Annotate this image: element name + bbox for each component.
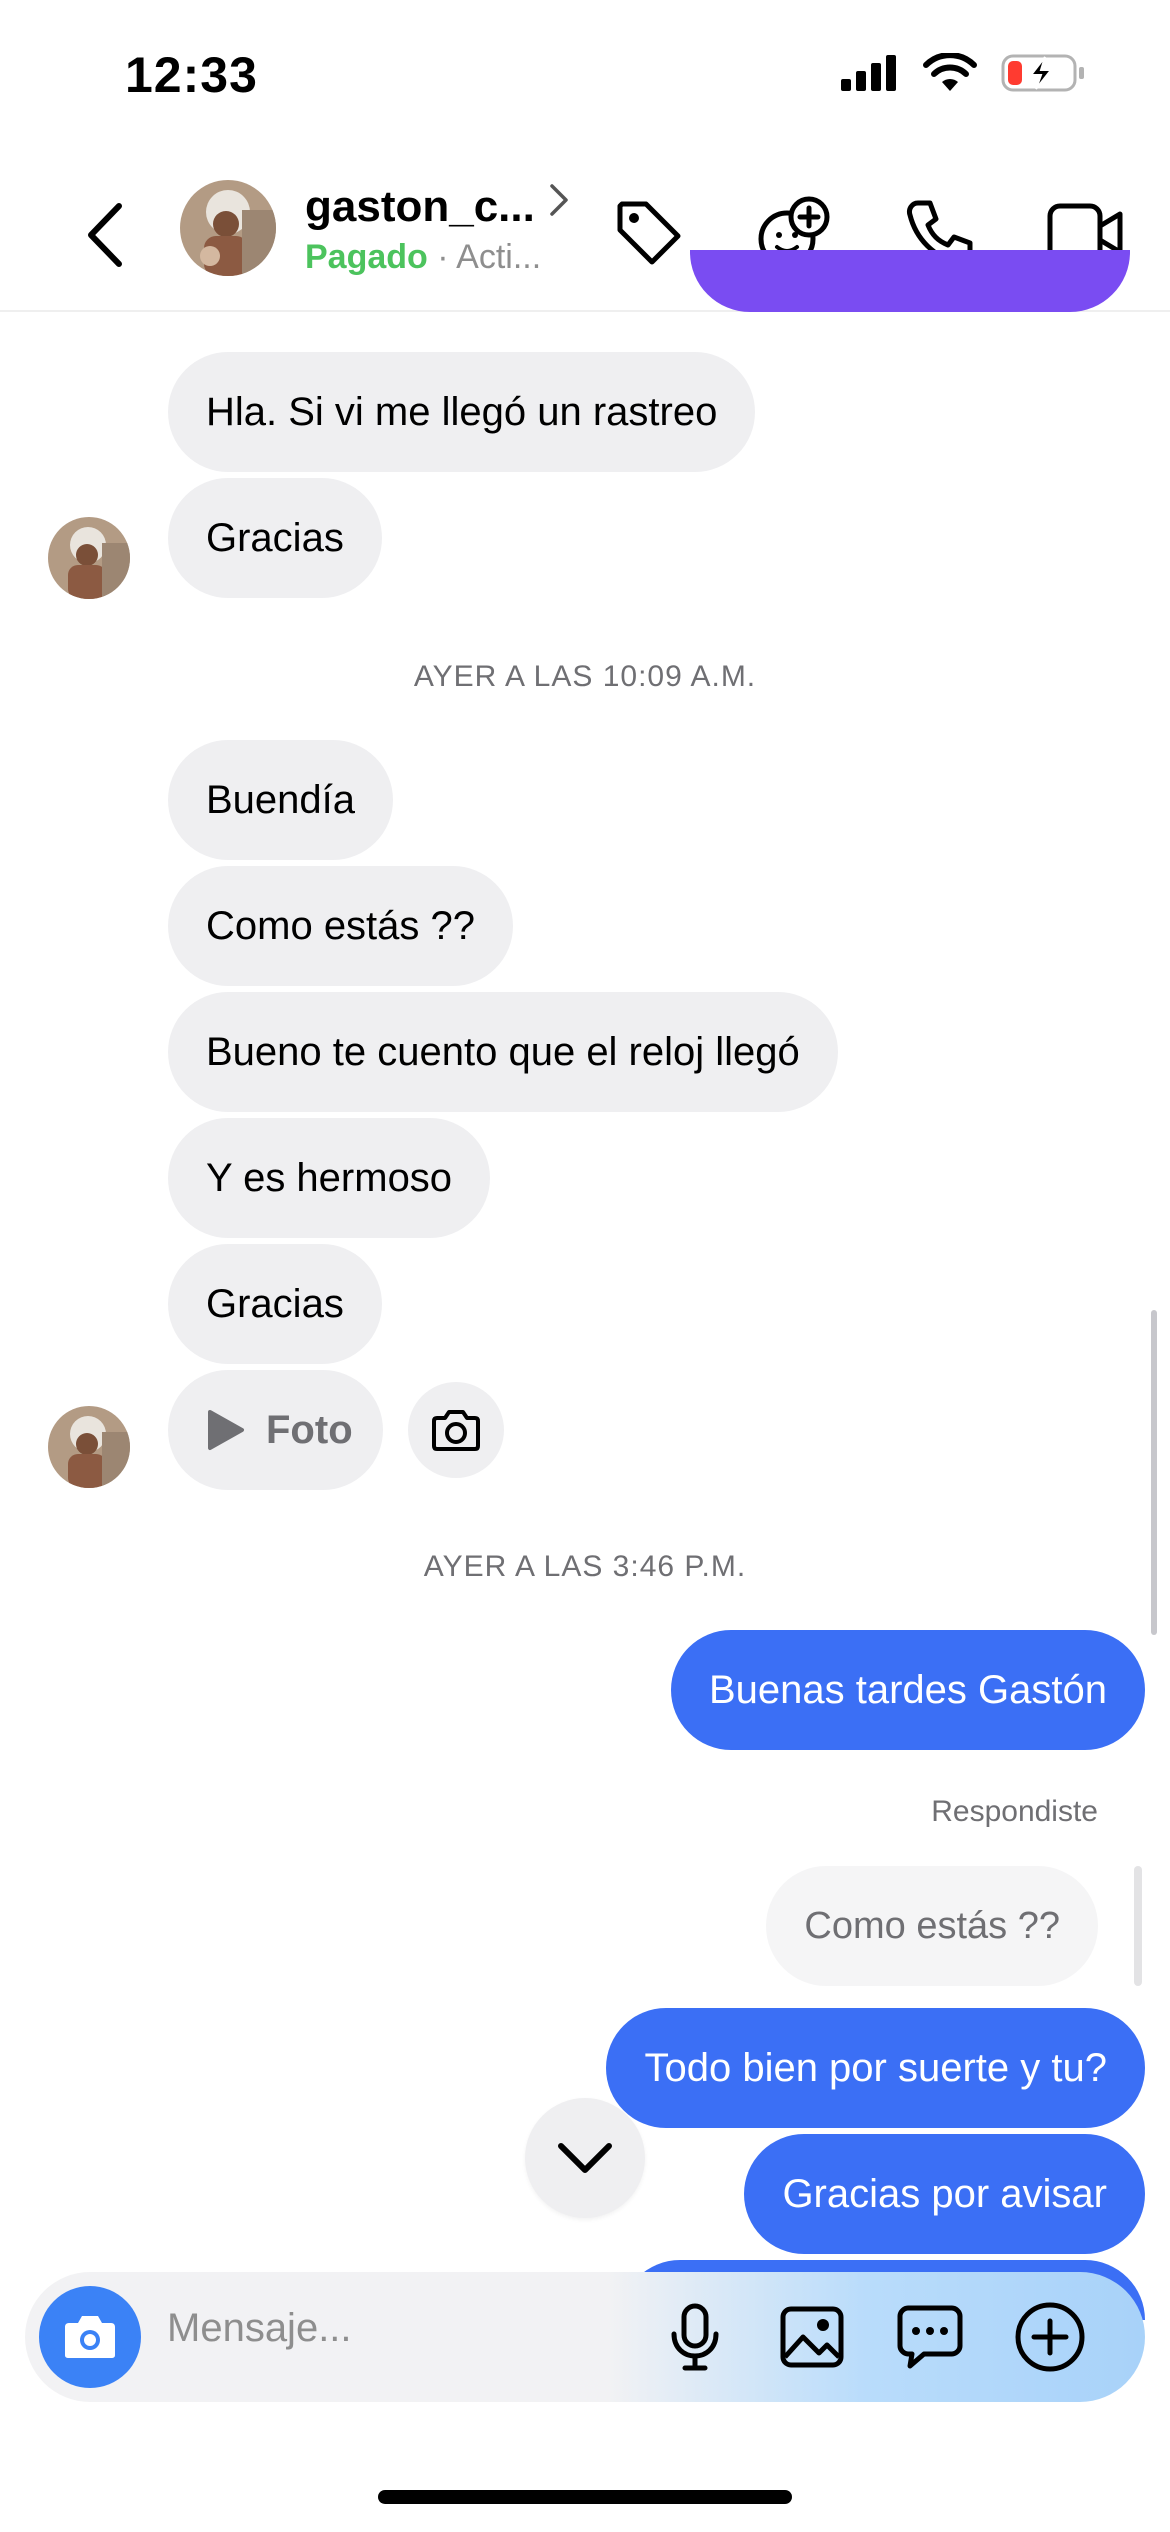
camera-icon [432,1410,480,1451]
contact-status: Pagado · Acti... [305,238,541,277]
message-incoming[interactable]: Y es hermoso [168,1118,491,1238]
back-button[interactable] [70,190,140,280]
reply-quote[interactable]: Como estás ?? [766,1866,1098,1986]
reply-label: Respondiste [931,1795,1098,1828]
message-incoming[interactable]: Buendía [168,740,394,860]
status-icons [839,52,1085,94]
microphone-icon [671,2303,719,2371]
camera-icon [65,2316,115,2358]
reply-indicator [1134,1866,1142,1986]
message-incoming[interactable]: Hla. Si vi me llegó un rastreo [168,352,756,472]
wifi-icon [923,53,977,91]
scrollbar[interactable] [1151,1310,1157,1635]
chevron-down-icon [558,2143,612,2173]
status-separator: · [437,238,449,276]
message-outgoing[interactable]: Buenas tardes Gastón [670,1630,1145,1750]
back-icon [88,203,122,267]
message-outgoing[interactable]: Todo bien por suerte y tu? [606,2008,1145,2128]
timestamp: AYER A LAS 3:46 P.M. [423,1550,747,1583]
status-time: 12:33 [125,47,258,103]
chevron-right-icon [550,184,568,216]
message-options-icon [897,2305,963,2369]
play-icon [208,1410,244,1450]
timestamp: AYER A LAS 10:09 A.M. [413,660,757,693]
cellular-signal-icon [841,55,896,91]
message-incoming[interactable]: Gracias [168,1244,382,1364]
composer-camera-button[interactable] [39,2286,141,2388]
contact-name[interactable]: gaston_c... [305,182,535,232]
sender-avatar[interactable] [48,517,130,599]
add-icon [1015,2302,1085,2372]
message-incoming[interactable]: Gracias [168,478,382,598]
message-incoming[interactable]: Bueno te cuento que el reloj llegó [168,992,838,1112]
gallery-icon [780,2306,844,2368]
more-actions-button[interactable] [1005,2292,1095,2382]
message-input[interactable]: Mensaje... [167,2306,352,2351]
camera-reply-button[interactable] [408,1382,504,1478]
voice-message-button[interactable] [650,2292,740,2382]
message-incoming[interactable]: Como estás ?? [168,866,514,986]
previous-message-edge [690,250,1130,316]
paid-label: Pagado [305,238,428,276]
gallery-button[interactable] [767,2292,857,2382]
photo-message[interactable]: Foto [168,1370,383,1490]
message-composer: Mensaje... [25,2272,1145,2402]
scroll-to-bottom-button[interactable] [525,2098,645,2218]
photo-label: Foto [266,1408,353,1452]
home-indicator[interactable] [378,2490,792,2504]
battery-charging-icon [1001,54,1084,92]
tag-icon [617,201,681,265]
profile-chevron[interactable] [548,182,570,223]
activity-status: Acti... [456,238,542,276]
sender-avatar[interactable] [48,1406,130,1488]
message-options-button[interactable] [885,2292,975,2382]
contact-avatar[interactable] [180,180,276,276]
message-outgoing[interactable]: Gracias por avisar [744,2134,1145,2254]
tag-button[interactable] [604,188,694,278]
